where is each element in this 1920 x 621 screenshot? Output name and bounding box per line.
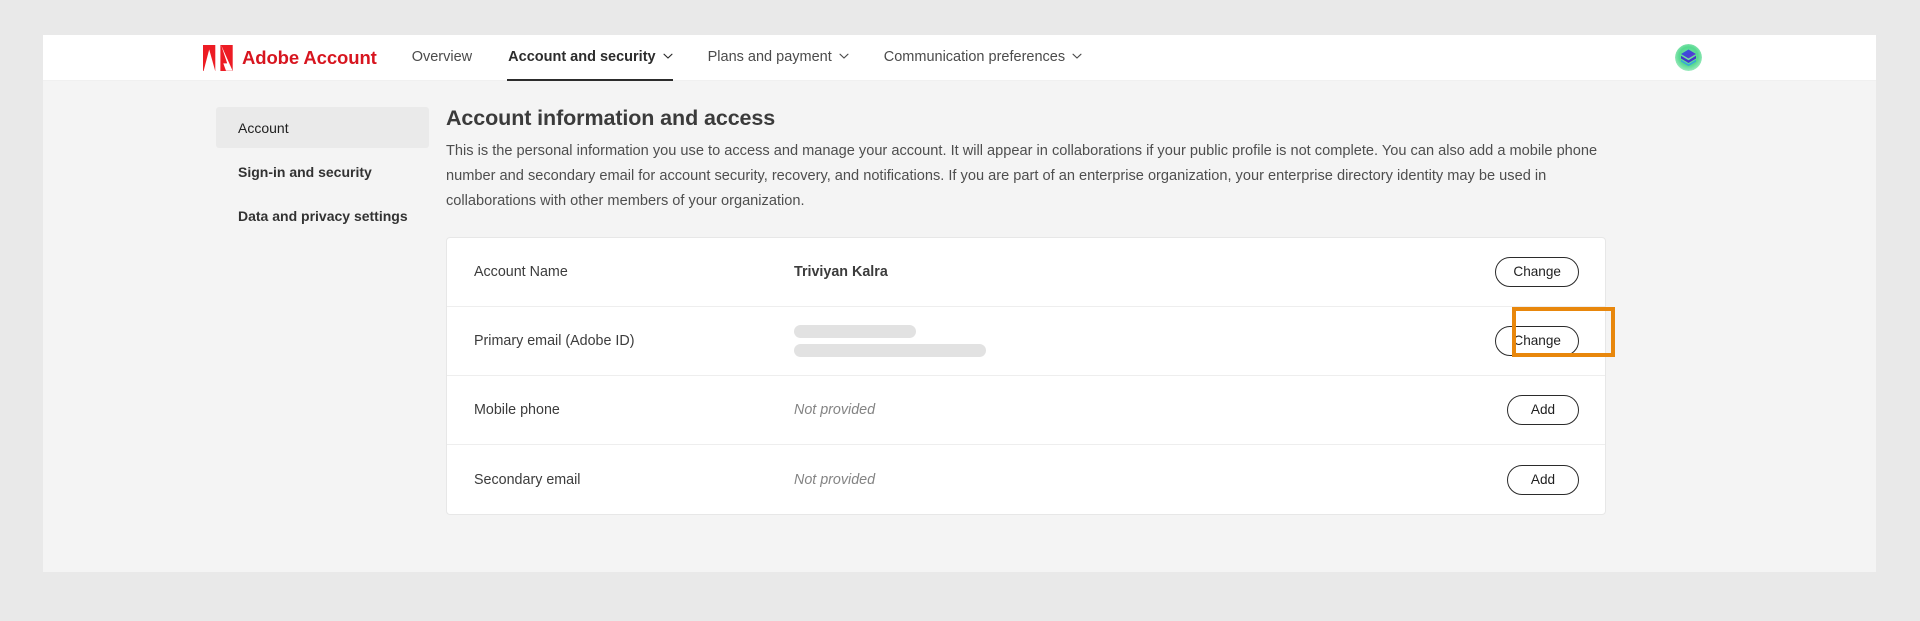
sidebar-item-data-and-privacy-settings[interactable]: Data and privacy settings bbox=[216, 195, 429, 236]
sidebar-item-label: Data and privacy settings bbox=[238, 207, 408, 224]
user-avatar-icon[interactable] bbox=[1675, 44, 1702, 71]
nav-item-label: Account and security bbox=[508, 48, 656, 65]
brand-name: Adobe Account bbox=[242, 46, 377, 68]
row-value: Triviyan Kalra bbox=[794, 264, 888, 280]
add-secondary-email-button[interactable]: Add bbox=[1507, 464, 1579, 495]
nav-item-label: Communication preferences bbox=[883, 48, 1066, 65]
page-title: Account information and access bbox=[446, 106, 776, 130]
sidebar: Account Sign-in and security Data and pr… bbox=[216, 81, 429, 572]
redacted-email bbox=[794, 325, 1439, 357]
sidebar-item-label: Sign-in and security bbox=[238, 163, 372, 180]
redacted-bar bbox=[794, 325, 916, 338]
nav-item-label: Overview bbox=[411, 48, 473, 65]
sidebar-item-account[interactable]: Account bbox=[216, 107, 429, 148]
nav-item-overview[interactable]: Overview bbox=[412, 35, 472, 81]
page-content: Account Sign-in and security Data and pr… bbox=[43, 81, 1876, 572]
page-description: This is the personal information you use… bbox=[446, 143, 1598, 209]
change-account-name-button[interactable]: Change bbox=[1495, 257, 1579, 287]
brand[interactable]: Adobe Account bbox=[203, 44, 377, 71]
chevron-down-icon bbox=[1072, 51, 1082, 60]
account-information-card: Account Name Triviyan Kalra Change Prima… bbox=[446, 237, 1606, 515]
row-label: Account Name bbox=[474, 264, 568, 280]
redacted-bar bbox=[794, 344, 986, 357]
sidebar-item-sign-in-and-security[interactable]: Sign-in and security bbox=[216, 151, 429, 192]
table-row: Mobile phone Not provided Add bbox=[447, 376, 1605, 445]
sidebar-item-label: Account bbox=[238, 119, 289, 136]
row-value-redacted bbox=[794, 325, 1439, 357]
row-value: Not provided bbox=[794, 402, 876, 418]
chevron-down-icon bbox=[839, 51, 849, 60]
change-primary-email-button[interactable]: Change bbox=[1495, 326, 1579, 356]
primary-nav: Overview Account and security Plans and … bbox=[412, 35, 1117, 81]
table-row: Secondary email Not provided Add bbox=[447, 445, 1605, 514]
row-action: Add bbox=[1439, 395, 1579, 425]
browser-viewport: Adobe Account Overview Account and secur… bbox=[43, 35, 1876, 572]
row-action: Change bbox=[1439, 257, 1579, 287]
row-action: Add bbox=[1439, 464, 1579, 495]
row-label: Mobile phone bbox=[474, 402, 560, 418]
chevron-down-icon bbox=[663, 51, 673, 60]
nav-item-account-and-security[interactable]: Account and security bbox=[507, 35, 674, 81]
adobe-logo-icon bbox=[203, 44, 233, 71]
row-label: Secondary email bbox=[474, 471, 581, 488]
add-mobile-phone-button[interactable]: Add bbox=[1507, 395, 1579, 425]
nav-item-communication-preferences[interactable]: Communication preferences bbox=[883, 35, 1082, 81]
row-value: Not provided bbox=[794, 471, 876, 488]
app-header: Adobe Account Overview Account and secur… bbox=[43, 35, 1876, 81]
row-label: Primary email (Adobe ID) bbox=[474, 333, 635, 349]
nav-item-plans-and-payment[interactable]: Plans and payment bbox=[707, 35, 849, 81]
table-row: Account Name Triviyan Kalra Change bbox=[447, 238, 1605, 307]
table-row: Primary email (Adobe ID) Change bbox=[447, 307, 1605, 376]
main-panel: Account information and access This is t… bbox=[429, 81, 1876, 572]
nav-item-label: Plans and payment bbox=[707, 48, 832, 65]
row-action: Change bbox=[1439, 326, 1579, 356]
